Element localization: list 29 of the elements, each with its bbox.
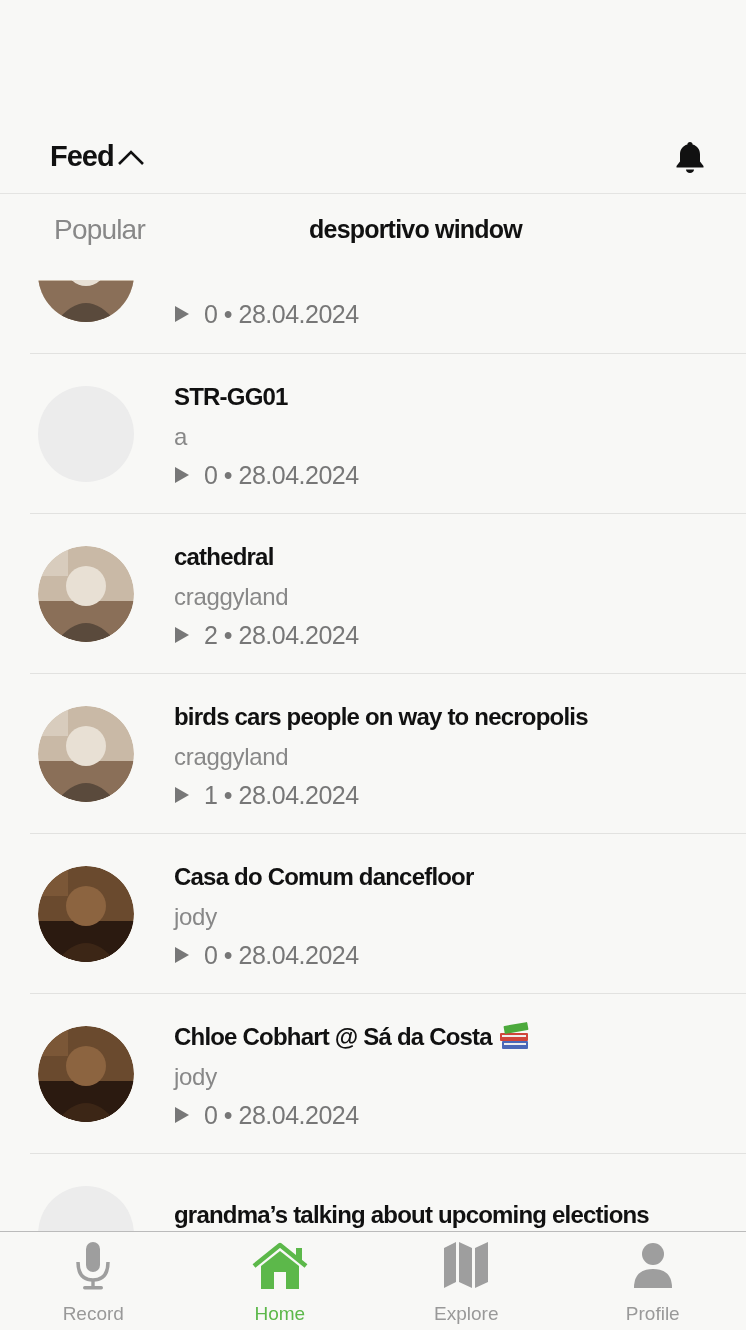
- feed-menu-button[interactable]: Feed: [50, 134, 146, 179]
- post-author: craggyland: [174, 581, 290, 612]
- person-icon: [632, 1241, 673, 1290]
- map-icon: [442, 1239, 491, 1290]
- post-title[interactable]: Chloe Cobhart @ Sá da Costa: [174, 1016, 492, 1057]
- post-title[interactable]: birds cars people on way to necropolis: [174, 696, 588, 737]
- post-stats: 1 • 28.04.2024: [204, 779, 359, 811]
- post-title[interactable]: grandma’s talking about upcoming elections: [174, 1194, 649, 1231]
- post-author: jody: [174, 901, 218, 932]
- post-title[interactable]: STR-GG01: [174, 376, 288, 417]
- home-icon: [251, 1241, 308, 1290]
- play-icon: [174, 625, 190, 644]
- play-icon: [174, 945, 190, 964]
- post-stats: 0 • 28.04.2024: [204, 939, 359, 971]
- post-author: a: [174, 421, 189, 452]
- notifications-bell-icon[interactable]: [674, 139, 706, 174]
- feed-tab[interactable]: desportivo window: [144, 211, 746, 249]
- post-stats: 0 • 28.04.2024: [204, 459, 359, 491]
- post-author: jody: [174, 1061, 218, 1092]
- play-icon: [174, 465, 190, 484]
- play-icon: [174, 1105, 190, 1124]
- post-stats: 0 • 28.04.2024: [204, 299, 359, 330]
- post-title[interactable]: cathedral: [174, 536, 274, 577]
- play-icon: [174, 305, 190, 323]
- post-stats: 0 • 28.04.2024: [204, 1099, 359, 1131]
- play-icon: [174, 785, 190, 804]
- post-author: craggyland: [174, 741, 290, 772]
- post-stats: 2 • 28.04.2024: [204, 619, 359, 651]
- post-title[interactable]: Casa do Comum dancefloor: [174, 856, 474, 897]
